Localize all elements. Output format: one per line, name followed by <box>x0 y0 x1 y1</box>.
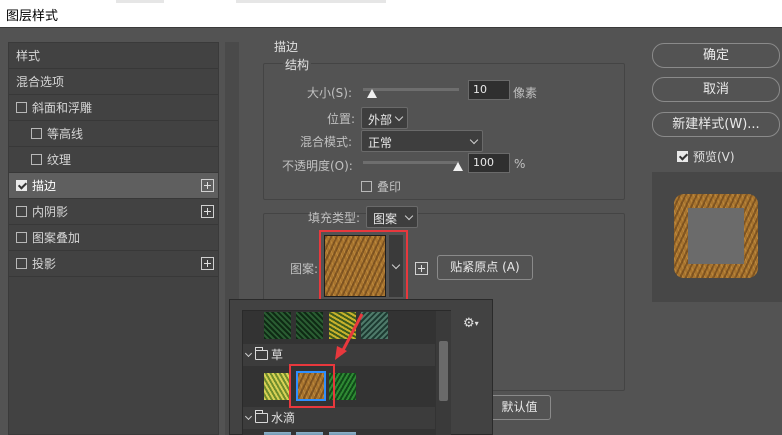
highlight-box <box>319 230 408 305</box>
snap-origin-button[interactable]: 贴紧原点 (A) <box>437 255 533 280</box>
styles-list-item[interactable]: 投影 <box>9 251 218 277</box>
styles-list-item[interactable]: 混合选项 <box>9 69 218 95</box>
fill-type-value: 图案 <box>373 212 398 226</box>
pattern-folder-water[interactable]: 水滴 <box>243 407 435 429</box>
opacity-label: 不透明度(O): <box>282 159 353 173</box>
chevron-down-icon <box>469 135 479 145</box>
opacity-unit: % <box>514 157 526 171</box>
title-bar: 图层样式 <box>0 0 782 27</box>
position-label: 位置: <box>327 112 356 126</box>
styles-list-item[interactable]: 图案叠加 <box>9 225 218 251</box>
preview-fill <box>688 208 744 264</box>
highlight-box <box>289 364 335 408</box>
blend-mode-label: 混合模式: <box>300 135 353 149</box>
style-checkbox[interactable] <box>16 180 27 191</box>
new-style-button[interactable]: 新建样式(W)... <box>652 112 780 137</box>
preview-checkbox-row[interactable]: 预览(V) <box>677 148 735 165</box>
overprint-checkbox[interactable] <box>361 181 372 192</box>
size-label: 大小(S): <box>307 86 353 100</box>
styles-list-item[interactable]: 斜面和浮雕 <box>9 95 218 121</box>
pattern-picker-popup: 草 水滴 ⚙▾ <box>229 299 493 435</box>
overprint-checkbox-row[interactable]: 叠印 <box>361 178 401 195</box>
styles-list-label: 样式 <box>16 49 41 63</box>
overprint-label: 叠印 <box>377 180 402 194</box>
chevron-down-icon <box>404 211 414 221</box>
pattern-label: 图案: <box>290 262 319 276</box>
style-checkbox[interactable] <box>16 232 27 243</box>
pattern-folder-label: 草 <box>271 348 284 362</box>
size-slider-thumb[interactable] <box>367 89 377 98</box>
blend-mode-dropdown[interactable]: 正常 <box>361 130 483 152</box>
fill-type-label: 填充类型: <box>308 211 361 225</box>
size-input[interactable]: 10 <box>468 80 510 100</box>
add-icon[interactable] <box>201 179 214 192</box>
structure-title: 结构 <box>283 56 312 73</box>
style-checkbox[interactable] <box>31 128 42 139</box>
chevron-down-icon <box>244 412 253 421</box>
chevron-down-icon <box>244 349 253 358</box>
styles-list-label: 纹理 <box>47 153 72 167</box>
styles-list-label: 内阴影 <box>32 205 69 219</box>
style-checkbox[interactable] <box>16 102 27 113</box>
styles-list-label: 斜面和浮雕 <box>32 101 93 115</box>
new-preset-icon[interactable] <box>415 262 428 275</box>
preview-label: 预览(V) <box>693 150 735 164</box>
ok-button[interactable]: 确定 <box>652 43 780 68</box>
pattern-picker-scrollbar[interactable] <box>436 311 451 435</box>
gear-icon[interactable]: ⚙▾ <box>463 316 479 331</box>
add-icon[interactable] <box>201 205 214 218</box>
title-bar-shadow <box>236 0 386 3</box>
styles-list-label: 描边 <box>32 179 57 193</box>
window-title: 图层样式 <box>6 9 59 24</box>
preview-box <box>652 172 782 302</box>
add-icon[interactable] <box>201 257 214 270</box>
cancel-button[interactable]: 取消 <box>652 77 780 102</box>
style-checkbox[interactable] <box>16 206 27 217</box>
folder-icon <box>255 410 268 423</box>
title-bar-shadow <box>116 0 164 3</box>
pattern-folder-label: 水滴 <box>271 411 296 425</box>
pattern-swatch[interactable] <box>296 312 323 339</box>
position-dropdown[interactable]: 外部 <box>361 107 408 129</box>
blend-mode-value: 正常 <box>368 136 393 150</box>
styles-list-label: 混合选项 <box>16 75 65 89</box>
styles-list-item[interactable]: 纹理 <box>9 147 218 173</box>
styles-list-item[interactable]: 样式 <box>9 43 218 69</box>
size-slider[interactable] <box>363 88 459 91</box>
pattern-swatch[interactable] <box>264 312 291 339</box>
folder-icon <box>255 347 268 360</box>
arrow-icon <box>335 313 364 360</box>
size-unit: 像素 <box>513 86 538 100</box>
styles-list-label: 等高线 <box>47 127 84 141</box>
pattern-swatch[interactable] <box>264 373 291 400</box>
fill-type-dropdown[interactable]: 图案 <box>366 206 418 228</box>
position-value: 外部 <box>368 113 393 127</box>
scrollbar-thumb[interactable] <box>439 341 448 401</box>
styles-list-item[interactable]: 等高线 <box>9 121 218 147</box>
opacity-input[interactable]: 100 <box>468 153 510 173</box>
opacity-slider-thumb[interactable] <box>453 162 463 171</box>
opacity-slider[interactable] <box>363 161 459 164</box>
styles-list-item[interactable]: 内阴影 <box>9 199 218 225</box>
styles-list-item[interactable]: 描边 <box>9 173 218 199</box>
styles-list-label: 投影 <box>32 257 57 271</box>
stroke-section-title: 描边 <box>274 40 299 54</box>
chevron-down-icon <box>394 112 404 122</box>
style-checkbox[interactable] <box>31 154 42 165</box>
preview-checkbox[interactable] <box>677 151 688 162</box>
style-checkbox[interactable] <box>16 258 27 269</box>
styles-list-label: 图案叠加 <box>32 231 81 245</box>
styles-list: 样式混合选项斜面和浮雕等高线纹理描边内阴影图案叠加投影 <box>8 42 219 435</box>
reset-default-button[interactable]: 默认值 <box>488 395 551 420</box>
